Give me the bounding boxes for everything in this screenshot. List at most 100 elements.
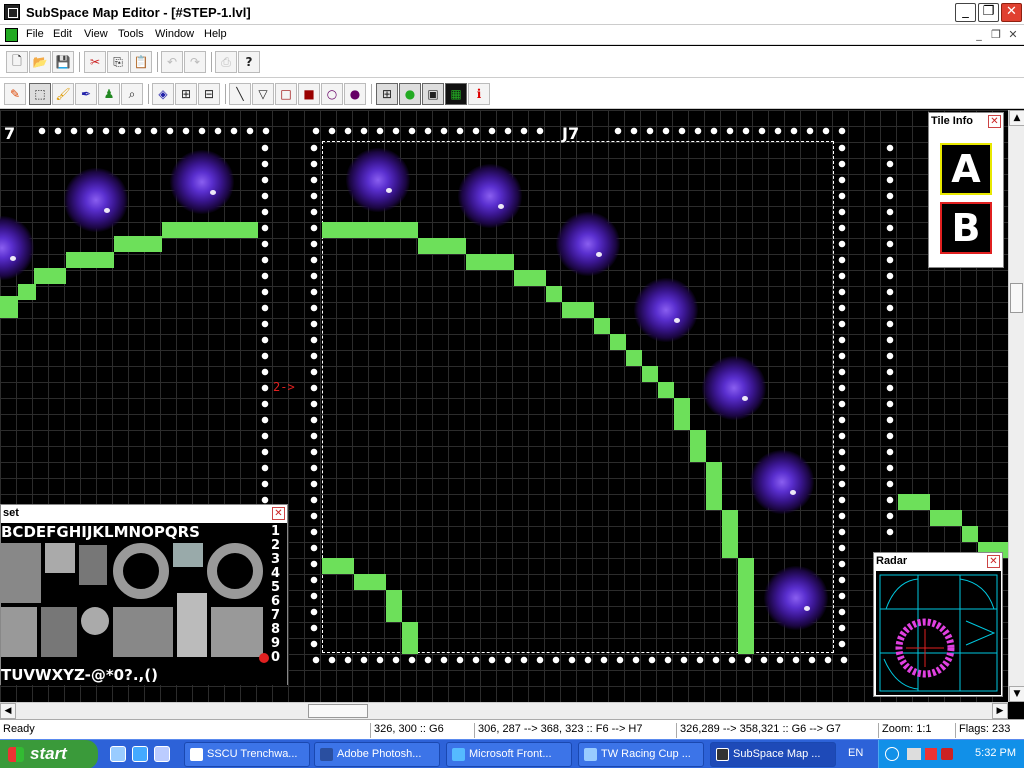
open-folder-icon[interactable]: 📂 <box>29 51 51 73</box>
language-indicator[interactable]: EN <box>848 747 863 759</box>
tile-b-slot[interactable]: B <box>940 202 992 254</box>
radar-close-button[interactable]: ✕ <box>987 555 1000 568</box>
tileset-tile[interactable] <box>211 607 263 657</box>
radar-panel[interactable]: Radar ✕ <box>873 552 1003 697</box>
grid-icon[interactable]: ⊞ <box>376 83 398 105</box>
taskbar-item[interactable]: Adobe Photosh... <box>314 742 440 767</box>
tileset-letters-top[interactable]: BCDEFGHIJKLMNOPQRS <box>1 523 200 541</box>
network-icon[interactable] <box>907 748 921 760</box>
app-icon[interactable] <box>4 4 20 20</box>
track-tile <box>386 590 402 622</box>
fill-icon[interactable]: ◈ <box>152 83 174 105</box>
tileset-tile[interactable] <box>41 607 77 657</box>
help-icon[interactable]: ? <box>238 51 260 73</box>
menu-help[interactable]: Help <box>204 28 227 40</box>
map-marker[interactable]: 2-> <box>273 380 295 394</box>
select-icon[interactable]: ⬚ <box>29 83 51 105</box>
save-icon[interactable]: 💾 <box>52 51 74 73</box>
new-file-icon[interactable]: 🗋 <box>6 51 28 73</box>
start-button[interactable]: start <box>0 740 98 768</box>
radar-title[interactable]: Radar <box>874 553 1002 570</box>
tile-info-close-button[interactable]: ✕ <box>988 115 1001 128</box>
tileset-tile[interactable] <box>1 543 41 603</box>
menu-file[interactable]: File <box>26 28 44 40</box>
redo-icon[interactable]: ↷ <box>184 51 206 73</box>
system-tray: 5:32 PM <box>878 740 1024 768</box>
vertical-scrollbar[interactable]: ▲ ▼ <box>1008 110 1024 702</box>
zoom-icon[interactable]: ⌕ <box>121 83 143 105</box>
tileset-digits[interactable]: 1234567890 <box>271 525 285 665</box>
menu-tools[interactable]: Tools <box>118 28 144 40</box>
title-bar[interactable]: SubSpace Map Editor - [#STEP-1.lvl] _ ❐ … <box>0 0 1024 25</box>
scroll-left-button[interactable]: ◀ <box>0 703 16 719</box>
replace-icon[interactable]: ⊞ <box>175 83 197 105</box>
info-icon[interactable]: i <box>468 83 490 105</box>
doc-minimize-button[interactable]: _ <box>972 28 986 42</box>
tileset-tile[interactable] <box>113 607 173 657</box>
tileset-title[interactable]: set <box>1 505 287 522</box>
scroll-down-button[interactable]: ▼ <box>1009 686 1024 702</box>
menu-window[interactable]: Window <box>155 28 194 40</box>
taskbar-item[interactable]: Microsoft Front... <box>446 742 572 767</box>
filled-ellipse-icon[interactable]: ● <box>344 83 366 105</box>
maximize-button[interactable]: ❐ <box>978 3 999 22</box>
menu-edit[interactable]: Edit <box>53 28 72 40</box>
pencil-icon[interactable]: ✎ <box>4 83 26 105</box>
track-tile <box>642 366 658 382</box>
rect-icon[interactable]: □ <box>275 83 297 105</box>
doc-close-button[interactable]: ✕ <box>1006 28 1020 42</box>
browser-icon[interactable] <box>132 746 148 762</box>
ati-icon[interactable] <box>941 748 953 760</box>
tileset-tile[interactable] <box>1 607 37 657</box>
tileset-tile[interactable] <box>79 545 107 585</box>
taskbar-item[interactable]: TW Racing Cup ... <box>578 742 704 767</box>
tileset-tile[interactable] <box>177 593 207 657</box>
tileset-close-button[interactable]: ✕ <box>272 507 285 520</box>
tileset-tile[interactable] <box>173 543 203 567</box>
scroll-right-button[interactable]: ▶ <box>992 703 1008 719</box>
scroll-up-button[interactable]: ▲ <box>1009 110 1024 126</box>
copy-icon[interactable]: ⎘ <box>107 51 129 73</box>
horizontal-scroll-thumb[interactable] <box>308 704 368 718</box>
triangle-icon[interactable]: ▽ <box>252 83 274 105</box>
doc-restore-button[interactable]: ❐ <box>989 28 1003 42</box>
ellipse-icon[interactable]: ○ <box>321 83 343 105</box>
cut-icon[interactable]: ✂ <box>84 51 106 73</box>
print-icon[interactable]: ⎙ <box>215 51 237 73</box>
quicklaunch-icon[interactable] <box>110 746 126 762</box>
tileset-tile[interactable] <box>45 543 75 573</box>
minimize-button[interactable]: _ <box>955 3 976 22</box>
menu-view[interactable]: View <box>84 28 108 40</box>
tile-info-panel[interactable]: Tile Info ✕ A B <box>928 112 1004 268</box>
line-icon[interactable]: ╲ <box>229 83 251 105</box>
horizontal-scrollbar[interactable]: ◀ ▶ <box>0 702 1008 719</box>
close-button[interactable]: ✕ <box>1001 3 1022 22</box>
vertical-scroll-thumb[interactable] <box>1010 283 1023 313</box>
brush-icon[interactable]: 🖌 <box>52 83 74 105</box>
tileset-letters-bottom[interactable]: TUVWXYZ-@*0?.,() <box>1 666 158 684</box>
dropper-icon[interactable]: ✒ <box>75 83 97 105</box>
undo-icon[interactable]: ↶ <box>161 51 183 73</box>
mirror-icon[interactable]: ⊟ <box>198 83 220 105</box>
radar-toggle-icon[interactable]: ● <box>399 83 421 105</box>
tileset-panel[interactable]: set ✕ BCDEFGHIJKLMNOPQRS 1234567890 TUVW… <box>0 504 288 685</box>
apple-icon[interactable] <box>259 653 269 663</box>
tileset-tile[interactable] <box>207 543 263 599</box>
clock[interactable]: 5:32 PM <box>975 747 1016 759</box>
radar-minimap[interactable] <box>876 571 1001 695</box>
antivirus-icon[interactable] <box>925 748 937 760</box>
tileset-grid[interactable]: BCDEFGHIJKLMNOPQRS 1234567890 TUVWXYZ-@*… <box>1 523 287 685</box>
tiles-toggle-icon[interactable]: ▣ <box>422 83 444 105</box>
tile-a-slot[interactable]: A <box>940 143 992 195</box>
regions-icon[interactable]: ▦ <box>445 83 467 105</box>
document-icon[interactable] <box>5 28 18 42</box>
filled-rect-icon[interactable]: ■ <box>298 83 320 105</box>
taskbar-item[interactable]: SSCU Trenchwa... <box>184 742 310 767</box>
taskbar-item-active[interactable]: SubSpace Map ... <box>710 742 836 767</box>
tray-chevron-icon[interactable] <box>885 747 899 761</box>
paste-icon[interactable]: 📋 <box>130 51 152 73</box>
quicklaunch-icon[interactable] <box>154 746 170 762</box>
tileset-tile[interactable] <box>113 543 169 599</box>
stamp-icon[interactable]: ♟ <box>98 83 120 105</box>
tileset-tile[interactable] <box>81 607 109 635</box>
